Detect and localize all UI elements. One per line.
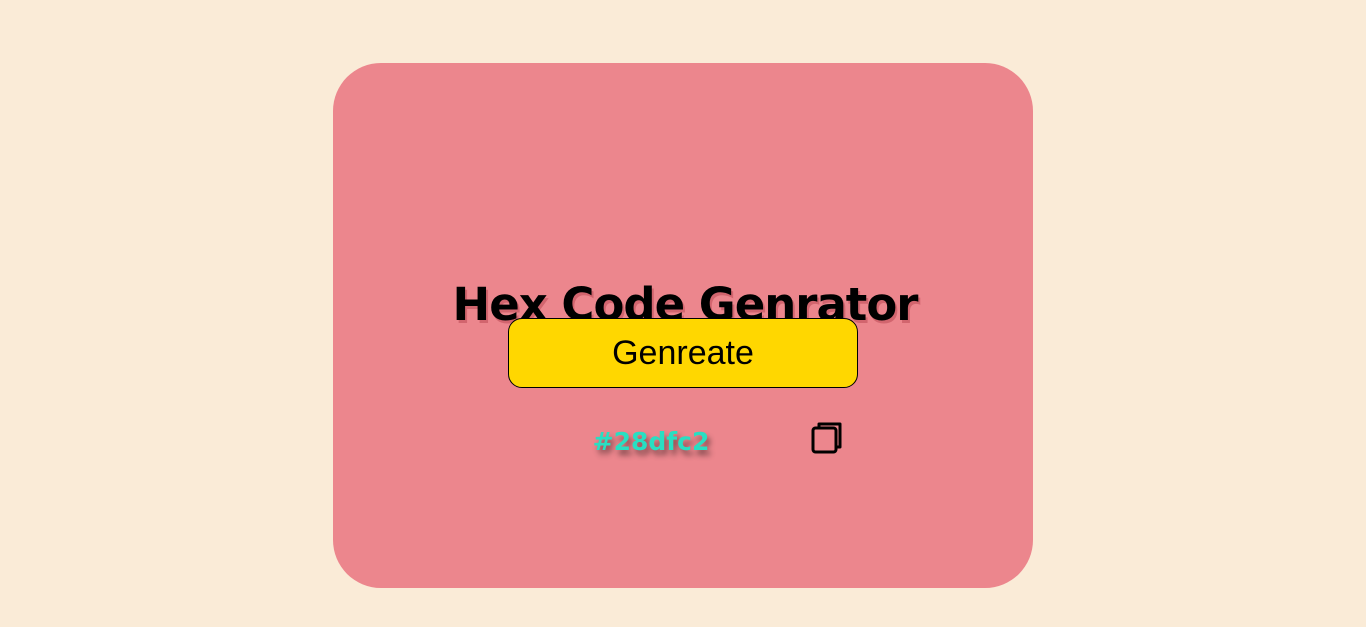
copy-button[interactable] — [807, 416, 847, 460]
copy-icon[interactable] — [810, 420, 844, 456]
generate-button[interactable]: Genreate — [508, 318, 858, 388]
generator-card: Hex Code Genrator Genreate #28dfc2 — [333, 63, 1033, 588]
hex-code-value: #28dfc2 — [592, 427, 710, 456]
